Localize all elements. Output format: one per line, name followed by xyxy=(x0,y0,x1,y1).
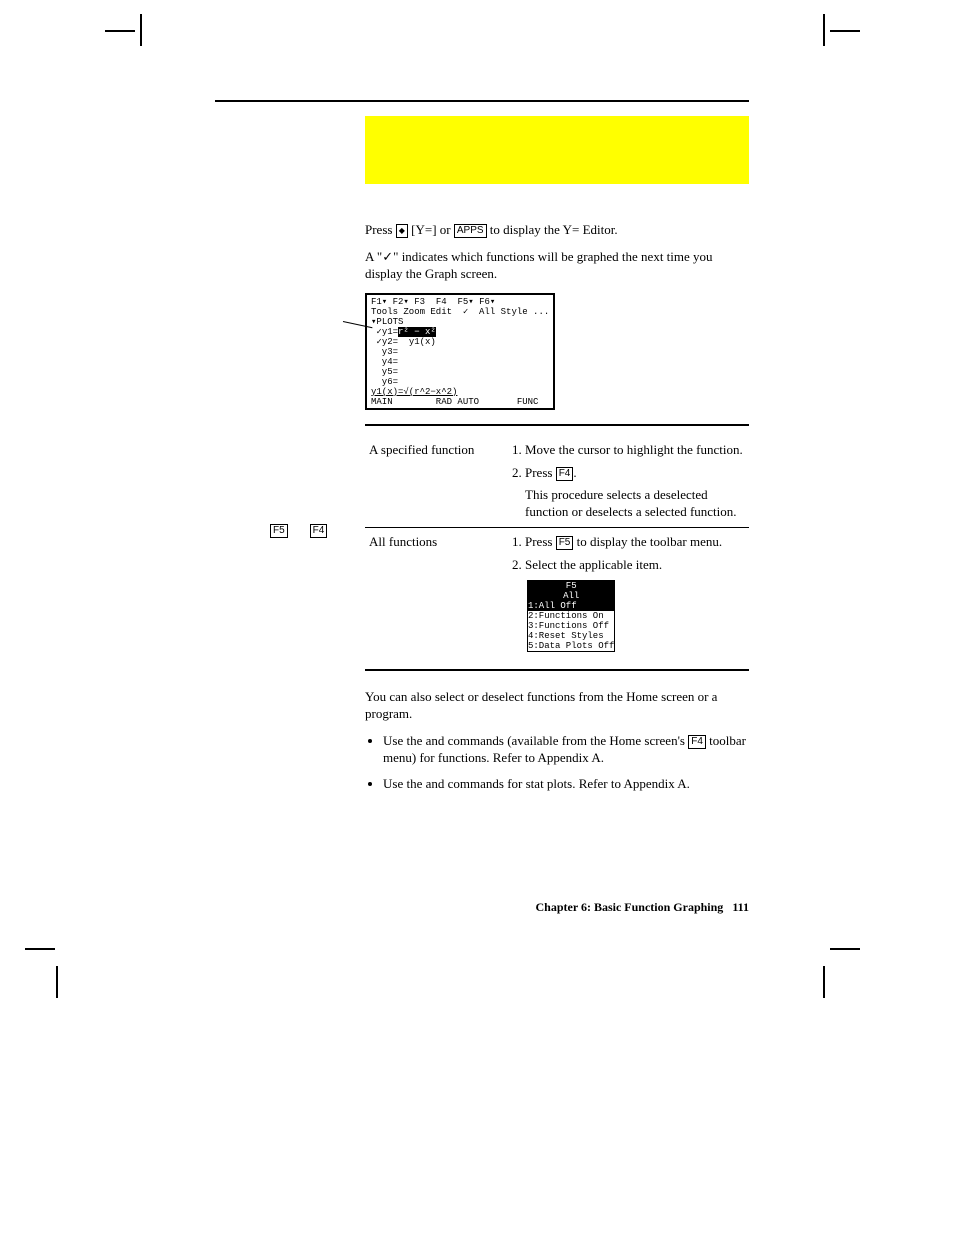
calculator-screenshot: F1▾ F2▾ F3 F4 F5▾ F6▾ Tools Zoom Edit ✓ … xyxy=(365,293,555,410)
top-rule xyxy=(215,100,749,102)
table-bottom-rule xyxy=(365,669,749,671)
highlight-band xyxy=(365,116,749,184)
apps-key-icon: APPS xyxy=(454,224,487,238)
step: Move the cursor to highlight the functio… xyxy=(525,442,745,459)
crop-mark xyxy=(830,948,860,950)
intro-line-1: Press [Y=] or APPS to display the Y= Edi… xyxy=(365,222,749,239)
crop-mark xyxy=(140,14,142,46)
crop-mark xyxy=(56,966,58,998)
diamond-key-icon xyxy=(396,224,408,238)
table-cell: Move the cursor to highlight the functio… xyxy=(503,436,749,528)
f4-key-icon: F4 xyxy=(556,467,574,481)
menu-screenshot: F5 All1:All Off2:Functions On 3:Function… xyxy=(527,580,615,652)
step: Press F5 to display the toolbar menu. xyxy=(525,534,745,551)
crop-mark xyxy=(823,966,825,998)
after-para: You can also select or deselect function… xyxy=(365,689,749,723)
f4-key-icon: F4 xyxy=(688,735,706,749)
content-area: Press [Y=] or APPS to display the Y= Edi… xyxy=(215,222,749,803)
instruction-table: A specified function Move the cursor to … xyxy=(365,436,749,659)
bullet-list: Use the and commands (available from the… xyxy=(365,733,749,794)
table-cell: Press F5 to display the toolbar menu. Se… xyxy=(503,528,749,659)
chapter-title: Chapter 6: Basic Function Graphing xyxy=(536,900,724,914)
crop-mark xyxy=(823,14,825,46)
f5-key-icon: F5 xyxy=(556,536,574,550)
step: Select the applicable item. xyxy=(525,557,745,574)
crop-mark xyxy=(105,30,135,32)
list-item: Use the and commands for stat plots. Ref… xyxy=(383,776,749,793)
crop-mark xyxy=(25,948,55,950)
page-footer: Chapter 6: Basic Function Graphing 111 xyxy=(536,900,750,916)
table-row: All functions Press F5 to display the to… xyxy=(365,528,749,659)
page-number: 111 xyxy=(732,900,749,914)
step-note: This procedure selects a deselected func… xyxy=(525,487,745,521)
table-top-rule xyxy=(365,424,749,426)
table-cell: A specified function xyxy=(365,436,503,528)
table-cell: All functions xyxy=(365,528,503,659)
step: Press F4. xyxy=(525,465,745,482)
list-item: Use the and commands (available from the… xyxy=(383,733,749,767)
table-row: A specified function Move the cursor to … xyxy=(365,436,749,528)
intro-line-2: A "✓" indicates which functions will be … xyxy=(365,249,749,283)
check-icon: ✓ xyxy=(382,249,393,264)
page: F5 F4 Press [Y=] or APPS to display the … xyxy=(0,0,954,1235)
crop-mark xyxy=(830,30,860,32)
